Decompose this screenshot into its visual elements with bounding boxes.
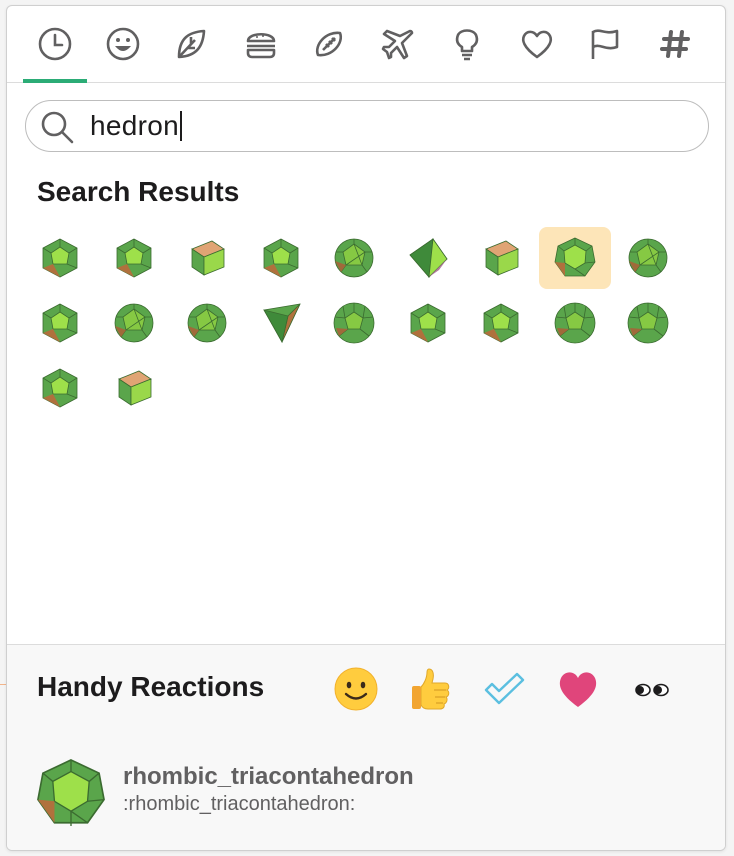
cube-icon: [485, 240, 519, 276]
tab-nature[interactable]: [159, 6, 223, 82]
tab-people[interactable]: [91, 6, 155, 82]
tab-objects[interactable]: [435, 6, 499, 82]
emoji-result-dodecahedron[interactable]: [24, 357, 96, 419]
category-tabs: [7, 6, 725, 83]
emoji-result-octahedron[interactable]: [392, 227, 464, 289]
thumbs-up-icon: [412, 668, 450, 710]
burger-icon: [246, 32, 276, 59]
emoji-result-icosahedron[interactable]: [318, 227, 390, 289]
truncated-icosahedron-icon: [554, 302, 596, 344]
heart-icon: [559, 672, 597, 707]
tab-recent[interactable]: [23, 6, 87, 83]
emoji-result-truncated-icosahedron[interactable]: [539, 292, 611, 354]
rhombic-triacontahedron-icon: [554, 237, 596, 277]
preview-emoji-name: rhombic_triacontahedron: [123, 763, 414, 790]
emoji-result-truncated-icosahedron[interactable]: [612, 292, 684, 354]
check-mark-icon: [484, 672, 525, 705]
icosahedron-icon: [187, 303, 227, 343]
handy-reactions-title: Handy Reactions: [37, 671, 265, 702]
emoji-result-icosahedron[interactable]: [171, 292, 243, 354]
dodecahedron-icon: [116, 238, 152, 278]
octahedron-icon: [409, 237, 448, 279]
emoji-result-truncated-icosahedron[interactable]: [318, 292, 390, 354]
emoji-result-dodecahedron[interactable]: [24, 292, 96, 354]
airplane-icon: [381, 29, 414, 60]
reaction-thumbs-up[interactable]: [403, 661, 459, 717]
tetrahedron-icon: [263, 303, 301, 344]
emoji-result-dodecahedron[interactable]: [465, 292, 537, 354]
hash-icon: [660, 30, 690, 58]
emoji-result-cube[interactable]: [98, 357, 170, 419]
eyes-icon: [635, 683, 669, 697]
clock-icon: [38, 27, 72, 61]
emoji-result-cube[interactable]: [465, 227, 537, 289]
truncated-icosahedron-icon: [627, 302, 669, 344]
dodecahedron-icon: [410, 303, 446, 343]
reaction-eyes[interactable]: [624, 661, 680, 717]
dodecahedron-icon: [263, 238, 299, 278]
icosahedron-icon: [628, 238, 668, 278]
search-icon: [41, 111, 74, 144]
emoji-result-icosahedron[interactable]: [98, 292, 170, 354]
search-input[interactable]: hedron: [90, 110, 179, 141]
tab-activity[interactable]: [297, 6, 361, 82]
emoji-result-dodecahedron[interactable]: [245, 227, 317, 289]
tab-symbols[interactable]: [505, 6, 569, 82]
search-results-title: Search Results: [37, 176, 240, 207]
emoji-result-dodecahedron[interactable]: [24, 227, 96, 289]
emoji-result-cube[interactable]: [171, 227, 243, 289]
slightly-smiling-face-icon: [334, 667, 378, 711]
dodecahedron-icon: [42, 238, 78, 278]
heart-icon: [521, 30, 553, 59]
dodecahedron-icon: [42, 303, 78, 343]
emoji-picker: hedron Search Results Handy Reactions rh…: [6, 5, 726, 851]
tab-custom[interactable]: [643, 6, 707, 82]
emoji-result-rhombic-triacontahedron[interactable]: [539, 227, 611, 289]
tab-travel[interactable]: [367, 6, 431, 82]
rhombic-triacontahedron-icon: [37, 759, 105, 827]
search-field[interactable]: hedron: [25, 100, 709, 152]
dodecahedron-icon: [483, 303, 519, 343]
preview-emoji-code: :rhombic_triacontahedron:: [123, 793, 356, 815]
tab-flags[interactable]: [573, 6, 637, 82]
leaf-icon: [177, 29, 206, 59]
cube-icon: [118, 370, 152, 406]
emoji-result-icosahedron[interactable]: [612, 227, 684, 289]
football-icon: [315, 31, 343, 57]
cube-icon: [191, 240, 225, 276]
emoji-preview: rhombic_triacontahedron :rhombic_triacon…: [7, 731, 725, 850]
emoji-result-dodecahedron[interactable]: [98, 227, 170, 289]
reaction-slightly-smiling-face[interactable]: [328, 661, 384, 717]
smiley-icon: [106, 27, 140, 61]
emoji-result-tetrahedron[interactable]: [245, 292, 317, 354]
reaction-check-mark[interactable]: [476, 661, 532, 717]
flag-icon: [591, 29, 619, 59]
dodecahedron-icon: [42, 368, 78, 408]
icosahedron-icon: [114, 303, 154, 343]
lightbulb-icon: [455, 29, 479, 61]
handy-reactions-bar: Handy Reactions: [7, 644, 725, 732]
tab-food[interactable]: [229, 6, 293, 82]
text-caret: [180, 111, 182, 141]
reaction-heart[interactable]: [550, 661, 606, 717]
emoji-result-dodecahedron[interactable]: [392, 292, 464, 354]
truncated-icosahedron-icon: [333, 302, 375, 344]
icosahedron-icon: [334, 238, 374, 278]
